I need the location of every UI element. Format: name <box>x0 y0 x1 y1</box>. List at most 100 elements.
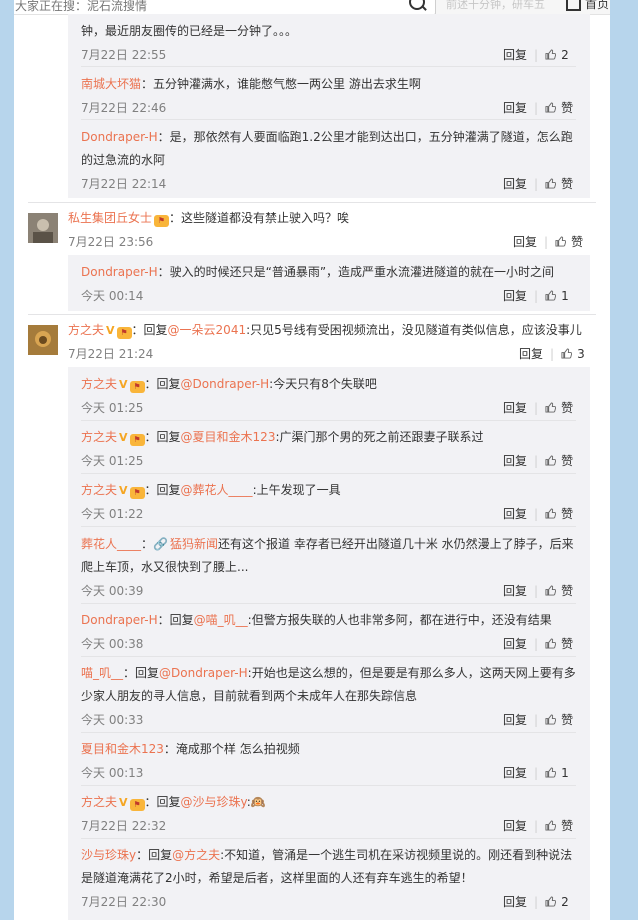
like-button[interactable]: 赞 <box>555 235 583 249</box>
reply-item: 夏目和金木123：淹成那个样 怎么拍视频 <box>81 738 300 761</box>
verified-icon: V <box>119 796 128 809</box>
reply-username[interactable]: 南城大坏猫 <box>81 77 141 91</box>
reply-button[interactable]: 回复 <box>503 507 527 521</box>
like-button[interactable]: 赞 <box>545 507 573 521</box>
reply-button[interactable]: 回复 <box>503 637 527 651</box>
reply-mention[interactable]: @方之夫 <box>172 848 220 862</box>
reply-mention[interactable]: @沙与珍珠y <box>181 795 247 809</box>
like-button[interactable]: 赞 <box>545 637 573 651</box>
reply-username[interactable]: Dondraper-H <box>81 130 158 144</box>
comment-mention[interactable]: @一朵云2041 <box>168 323 247 337</box>
reply-button[interactable]: 回复 <box>503 766 527 780</box>
user-avatar[interactable] <box>28 325 58 355</box>
like-button[interactable]: 赞 <box>545 101 573 115</box>
reply-username[interactable]: 方之夫 <box>81 377 117 391</box>
reply-username[interactable]: 葬花人____ <box>81 537 141 551</box>
search-box[interactable]: 大家正在搜：泥石流搜情 <box>14 0 436 14</box>
reply-mention[interactable]: @喵_叽__ <box>194 613 248 627</box>
reply-text: :广渠门那个男的死之前还跟妻子联系过 <box>275 430 484 444</box>
thumbs-up-icon <box>545 767 557 778</box>
reply-button[interactable]: 回复 <box>503 454 527 468</box>
member-badge-icon: ⚑ <box>116 327 132 339</box>
reply-prefix: ：回复 <box>144 377 181 391</box>
comment-username[interactable]: 私生集团丘女士 <box>68 211 152 225</box>
like-count: 赞 <box>561 819 574 833</box>
top-notice-text: 前述十分钟，研车五 <box>446 0 545 11</box>
reply-text: ：驶入的时候还只是“普通暴雨”，造成严重水流灌进隧道的就在一小时之间 <box>157 265 555 279</box>
reply-username[interactable]: Dondraper-H <box>81 613 158 627</box>
reply-username[interactable]: 夏目和金木123 <box>81 742 164 756</box>
reply-time: 今天 00:14 <box>81 289 144 303</box>
like-button[interactable]: 1 <box>545 289 569 303</box>
reply-mention[interactable]: @Dondraper-H <box>181 377 270 391</box>
reply-username[interactable]: Dondraper-H <box>81 265 158 279</box>
like-button[interactable]: 赞 <box>545 713 573 727</box>
like-count: 赞 <box>561 507 574 521</box>
thumbs-up-icon <box>545 714 557 725</box>
thumbs-up-icon <box>561 348 573 359</box>
verified-icon: V <box>119 431 128 444</box>
reply-button[interactable]: 回复 <box>503 48 527 62</box>
reply-button[interactable]: 回复 <box>503 289 527 303</box>
divider <box>81 473 576 474</box>
reply-username[interactable]: 喵_叽__ <box>81 666 123 680</box>
verified-icon: V <box>106 324 115 337</box>
like-button[interactable]: 2 <box>545 48 569 62</box>
thumbs-up-icon <box>545 896 557 907</box>
reply-time: 今天 00:39 <box>81 584 144 598</box>
reply-actions: 回复 | 赞 <box>503 713 574 727</box>
thumbs-up-icon <box>555 236 567 247</box>
reply-button[interactable]: 回复 <box>503 401 527 415</box>
reply-prefix: ：回复 <box>123 666 160 680</box>
home-link[interactable]: 首页 <box>566 0 609 12</box>
divider <box>81 656 576 657</box>
member-badge-icon: ⚑ <box>154 215 170 227</box>
like-count: 赞 <box>561 177 574 191</box>
reply-actions: 回复 | 2 <box>503 895 569 909</box>
reply-button[interactable]: 回复 <box>503 177 527 191</box>
like-button[interactable]: 1 <box>545 766 569 780</box>
like-button[interactable]: 赞 <box>545 584 573 598</box>
like-button[interactable]: 赞 <box>545 401 573 415</box>
comment-time: 7月22日 22:55 <box>81 48 167 62</box>
thumbs-up-icon <box>545 638 557 649</box>
news-link[interactable]: 猛犸新闻 <box>170 537 218 551</box>
reply-button[interactable]: 回复 <box>519 347 543 361</box>
comment-username[interactable]: 方之夫 <box>68 323 104 337</box>
reply-mention[interactable]: @夏目和金木123 <box>181 430 276 444</box>
reply-time: 今天 01:25 <box>81 454 144 468</box>
comment-text: :只见5号线有受困视频流出，没见隧道有类似信息，应该没事儿 <box>246 323 582 337</box>
reply-button[interactable]: 回复 <box>503 895 527 909</box>
search-icon[interactable] <box>409 0 425 10</box>
reply-mention[interactable]: @葬花人____ <box>181 483 253 497</box>
like-button[interactable]: 赞 <box>545 454 573 468</box>
reply-button[interactable]: 回复 <box>503 819 527 833</box>
thumbs-up-icon <box>545 508 557 519</box>
comment-time: 7月22日 21:24 <box>68 347 154 361</box>
like-button[interactable]: 3 <box>561 347 585 361</box>
reply-button[interactable]: 回复 <box>503 584 527 598</box>
like-button[interactable]: 赞 <box>545 177 573 191</box>
reply-username[interactable]: 方之夫 <box>81 483 117 497</box>
like-button[interactable]: 赞 <box>545 819 573 833</box>
comment-item: 私生集团丘女士 ⚑ ：这些隧道都没有禁止驶入吗？唉 <box>68 207 349 230</box>
verified-icon: V <box>119 484 128 497</box>
reply-username[interactable]: 方之夫 <box>81 430 117 444</box>
reply-actions: 回复 | 赞 <box>503 584 574 598</box>
reply-actions: 回复 | 赞 <box>503 177 574 191</box>
reply-username[interactable]: 沙与珍珠y <box>81 848 136 862</box>
thumbs-up-icon <box>545 585 557 596</box>
reply-button[interactable]: 回复 <box>503 713 527 727</box>
reply-item: 方之夫 V ⚑ ：回复@夏目和金木123:广渠门那个男的死之前还跟妻子联系过 <box>81 426 484 449</box>
reply-mention[interactable]: @Dondraper-H <box>159 666 248 680</box>
like-count: 赞 <box>561 713 574 727</box>
divider <box>81 66 576 67</box>
like-button[interactable]: 2 <box>545 895 569 909</box>
like-count: 2 <box>561 895 569 909</box>
reply-button[interactable]: 回复 <box>503 101 527 115</box>
reply-username[interactable]: 方之夫 <box>81 795 117 809</box>
divider <box>81 603 576 604</box>
reply-item: 方之夫 V ⚑ ：回复@Dondraper-H:今天只有8个失联吧 <box>81 373 377 396</box>
user-avatar[interactable] <box>28 213 58 243</box>
reply-button[interactable]: 回复 <box>513 235 537 249</box>
